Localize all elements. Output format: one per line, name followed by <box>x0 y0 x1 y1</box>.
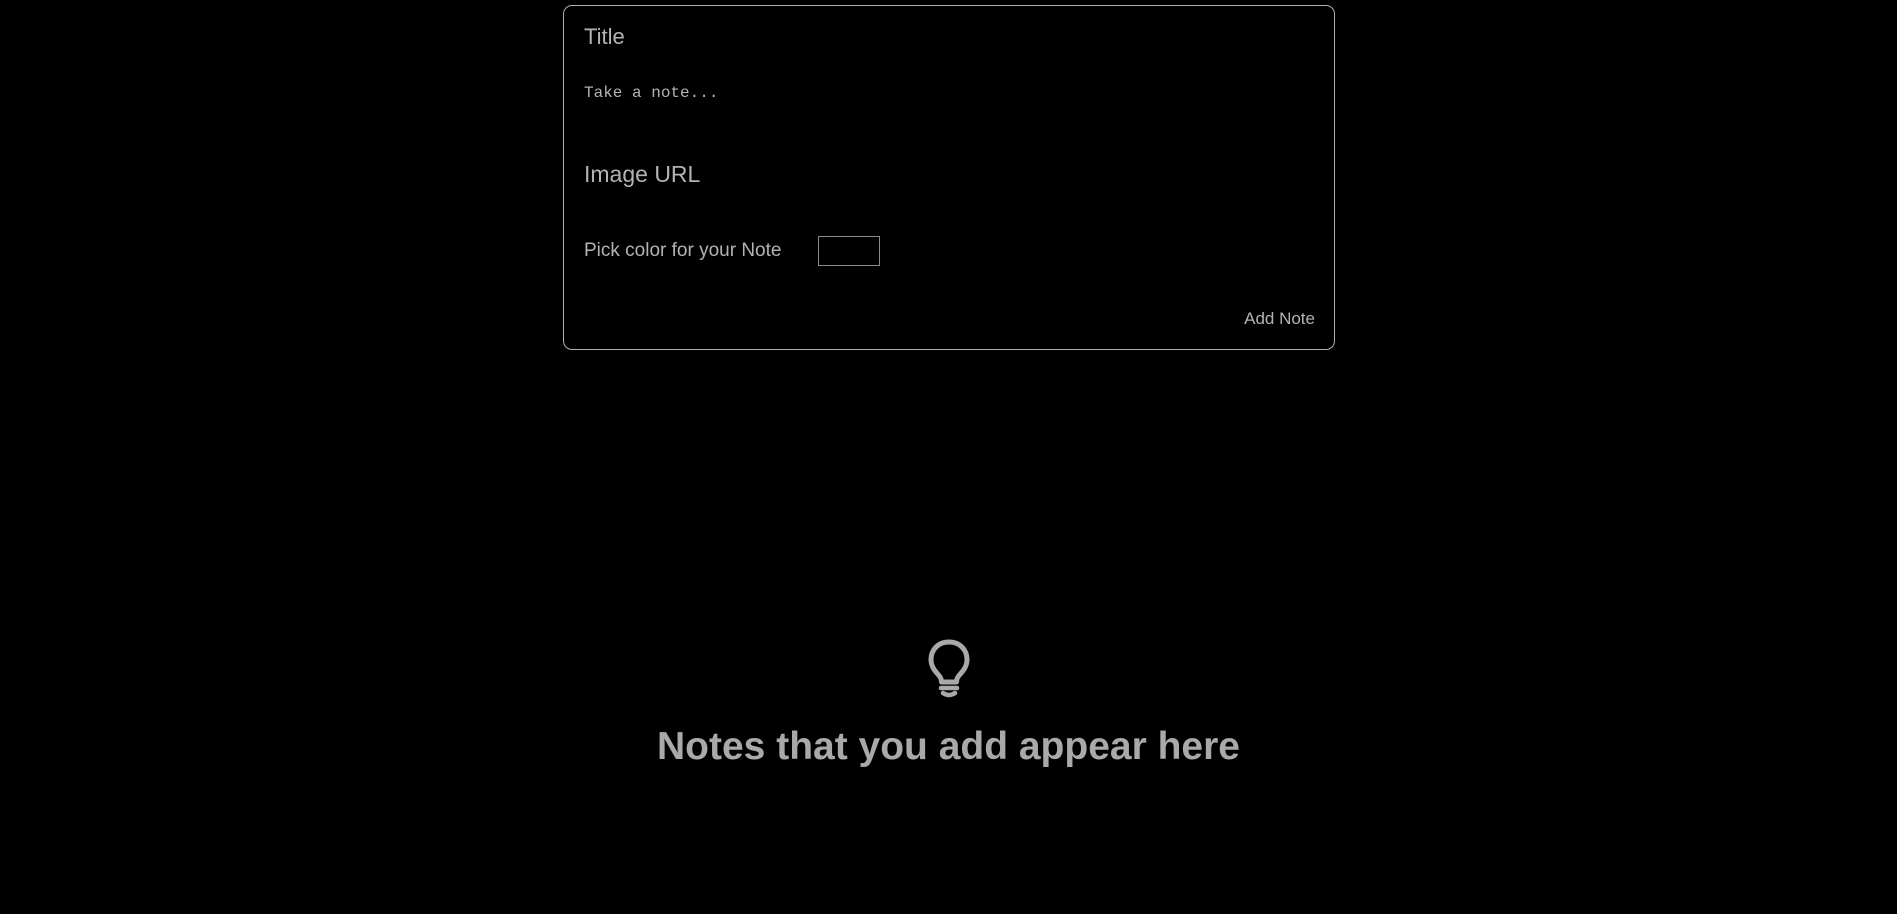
image-url-input[interactable] <box>584 157 1284 191</box>
color-picker-label: Pick color for your Note <box>584 240 782 261</box>
note-textarea[interactable] <box>584 84 1284 124</box>
note-form: Pick color for your Note Add Note <box>563 5 1335 350</box>
color-picker-row: Pick color for your Note <box>584 231 881 271</box>
empty-state: Notes that you add appear here <box>0 638 1897 769</box>
lightbulb-icon <box>927 638 971 698</box>
color-picker-swatch[interactable] <box>818 236 881 266</box>
title-input[interactable] <box>584 22 1284 52</box>
empty-state-message: Notes that you add appear here <box>657 725 1240 768</box>
add-note-button[interactable]: Add Note <box>1244 309 1315 329</box>
